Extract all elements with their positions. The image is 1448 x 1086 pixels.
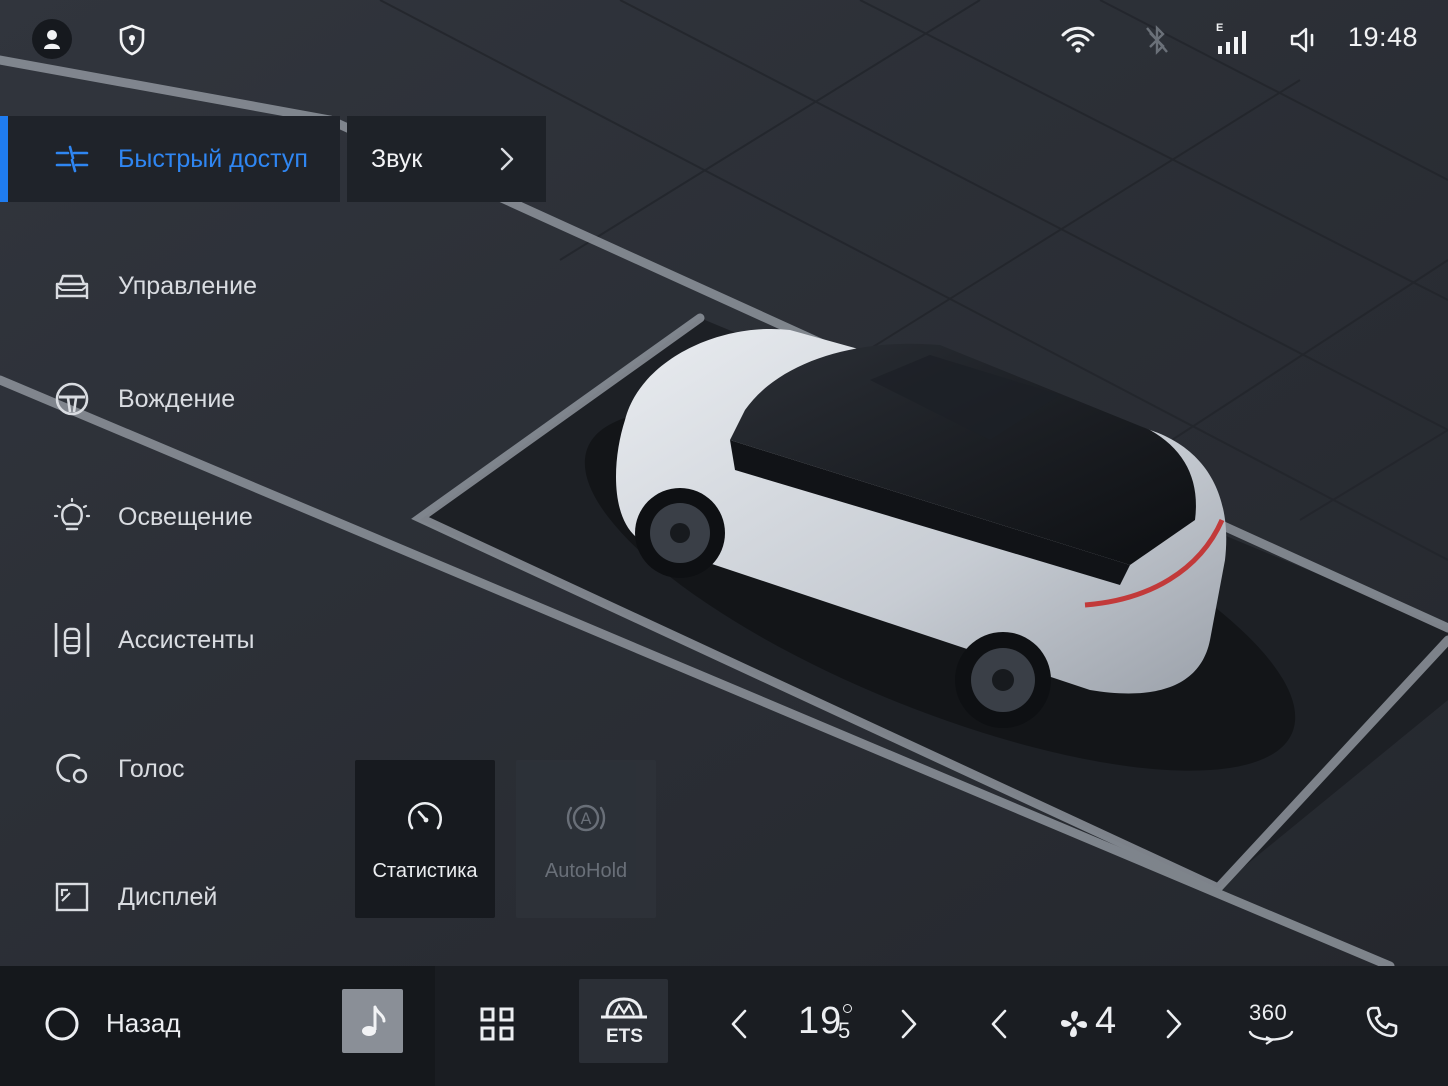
fan-level-value: 4 [1095, 1000, 1117, 1042]
ets-button[interactable]: ETS [579, 979, 668, 1063]
tile-label: AutoHold [544, 860, 628, 882]
sidebar-item-assistants[interactable]: Ассистенты [0, 597, 340, 683]
assistants-icon [52, 620, 92, 660]
temp-decrease-button[interactable] [726, 1004, 752, 1044]
volume-icon[interactable] [1284, 20, 1324, 60]
clock: 19:48 [1347, 22, 1418, 52]
submenu-sound[interactable]: Звук [347, 116, 546, 202]
bottom-dock: Назад ETS 19 5 4 360 [0, 966, 1448, 1086]
chevron-right-icon [1166, 1009, 1182, 1039]
status-bar: E 19:48 [0, 0, 1448, 80]
phone-icon[interactable] [1362, 1002, 1402, 1042]
sidebar-item-label: Вождение [118, 384, 236, 413]
car-front-icon [52, 266, 92, 306]
autohold-tile[interactable]: A AutoHold [516, 760, 656, 918]
camera-360-icon[interactable]: 360 [1244, 996, 1298, 1052]
home-circle-icon[interactable] [42, 1004, 82, 1044]
steering-wheel-icon [52, 379, 92, 419]
degree-icon [843, 1004, 852, 1013]
submenu-label: Звук [371, 144, 423, 173]
music-button[interactable] [342, 989, 403, 1053]
shield-icon[interactable] [112, 20, 152, 60]
sidebar-item-label: Управление [118, 271, 257, 300]
svg-text:A: A [581, 809, 592, 828]
chevron-right-icon [901, 1009, 917, 1039]
display-icon [52, 877, 92, 917]
bluetooth-icon [1137, 20, 1177, 60]
temp-increase-button[interactable] [896, 1004, 922, 1044]
active-indicator [0, 116, 8, 202]
chevron-left-icon [991, 1009, 1007, 1039]
sidebar-item-label: Дисплей [118, 882, 218, 911]
sidebar-item-quick-access[interactable]: Быстрый доступ [0, 116, 340, 202]
fan-icon [1056, 1004, 1092, 1044]
chevron-left-icon [731, 1009, 747, 1039]
ets-icon [601, 997, 647, 1019]
fan-decrease-button[interactable] [986, 1004, 1012, 1044]
sidebar-item-lighting[interactable]: Освещение [0, 474, 340, 560]
light-bulb-icon [52, 497, 92, 537]
statistics-tile[interactable]: Статистика [355, 760, 495, 918]
signal-icon: E [1212, 20, 1252, 60]
camera-360-label: 360 [1249, 1000, 1288, 1025]
speedometer-icon [355, 798, 495, 838]
ets-label: ETS [606, 1026, 643, 1047]
sidebar-item-label: Освещение [118, 502, 253, 531]
sidebar-item-control[interactable]: Управление [0, 243, 340, 329]
fan-increase-button[interactable] [1161, 1004, 1187, 1044]
music-note-icon [361, 1005, 385, 1036]
wifi-icon [1058, 20, 1098, 60]
autohold-icon: A [516, 798, 656, 838]
temperature-decimal: 5 [838, 1018, 851, 1043]
user-icon[interactable] [32, 19, 72, 59]
sidebar-item-driving[interactable]: Вождение [0, 356, 340, 442]
temperature-value: 19 [798, 1000, 843, 1042]
quick-access-icon [52, 139, 92, 179]
sidebar-item-label: Голос [118, 754, 185, 783]
apps-grid-icon[interactable] [475, 1002, 519, 1046]
voice-icon [52, 749, 92, 789]
back-button[interactable]: Назад [106, 1008, 181, 1039]
chevron-right-icon [500, 147, 514, 176]
sidebar-item-label: Ассистенты [118, 625, 255, 654]
sidebar-item-display[interactable]: Дисплей [0, 854, 340, 940]
tile-label: Статистика [372, 860, 478, 882]
sidebar-item-label: Быстрый доступ [118, 144, 308, 173]
sidebar-item-voice[interactable]: Голос [0, 726, 340, 812]
